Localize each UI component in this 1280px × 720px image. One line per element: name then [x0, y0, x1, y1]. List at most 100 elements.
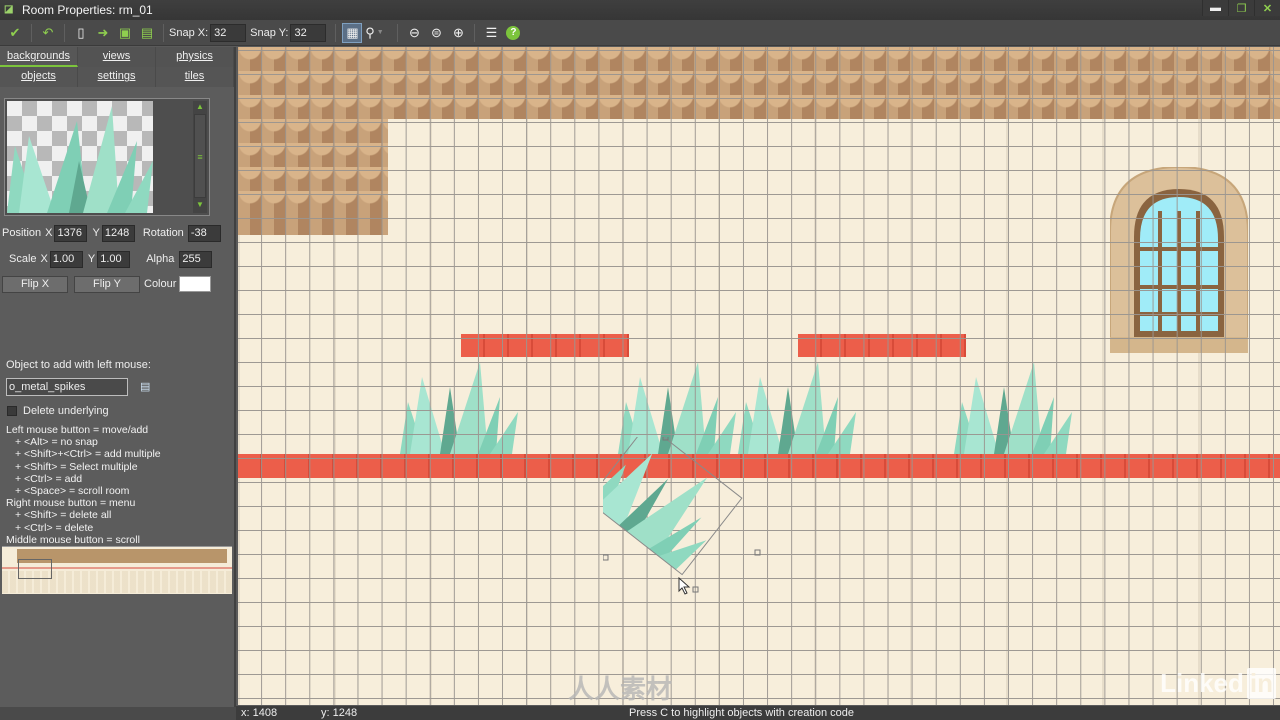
instance-list-button[interactable]: ☰: [481, 23, 501, 43]
checkbox-box[interactable]: [7, 406, 17, 416]
help-line: + <Shift> = Select multiple: [15, 460, 138, 473]
tab-row-2: objects settings tiles: [0, 67, 234, 87]
status-message: Press C to highlight objects with creati…: [629, 707, 855, 719]
metal-spikes-selected[interactable]: [603, 437, 763, 597]
restore-button[interactable]: ❐: [1228, 0, 1254, 16]
snap-y-label: Snap Y:: [250, 26, 289, 39]
delete-underlying-checkbox[interactable]: Delete underlying: [7, 405, 109, 417]
status-x: x: 1408: [241, 707, 278, 719]
help-line: + <Shift>+<Ctrl> = add multiple: [15, 448, 161, 461]
grid-icon: ▦: [346, 24, 359, 40]
scroll-thumb[interactable]: ≡: [194, 114, 206, 198]
unlock-all-button[interactable]: ▤: [137, 23, 157, 43]
zoom-in-button[interactable]: ⊕: [448, 23, 468, 43]
linkedin-watermark: Linked in: [1160, 668, 1276, 699]
scale-x-label: X: [40, 253, 48, 265]
highlight-button[interactable]: ⚲ ▼: [364, 23, 384, 43]
lock-all-button[interactable]: ▣: [115, 23, 135, 43]
list-icon: ☰: [485, 24, 498, 40]
zoom-reset-button[interactable]: ⊜: [426, 23, 446, 43]
rotation-input[interactable]: -38: [187, 224, 221, 242]
spikes-sprite-icon: [7, 106, 153, 213]
colour-swatch[interactable]: [179, 276, 212, 292]
zoom-out-icon: ⊖: [409, 24, 420, 40]
snap-x-input[interactable]: 32: [210, 23, 247, 42]
room-minimap[interactable]: [2, 546, 232, 594]
flip-x-button[interactable]: Flip X: [2, 275, 68, 293]
roof-scale-row: [238, 167, 388, 191]
roof-scale-row: [238, 143, 388, 167]
toolbar-separator: [474, 23, 476, 42]
confirm-button[interactable]: ✔: [5, 23, 25, 43]
roof-tiles-top: [238, 47, 1280, 119]
object-browse-button[interactable]: ▤: [140, 380, 154, 394]
position-label: Position: [2, 227, 42, 239]
help-line: + <Space> = scroll room: [15, 485, 130, 498]
preview-scrollbar[interactable]: ▲ ≡ ▼: [193, 101, 207, 213]
help-line: Right mouse button = menu: [6, 497, 136, 510]
dropdown-arrow-icon: ▼: [376, 29, 384, 36]
position-x-input[interactable]: 1376: [54, 224, 88, 242]
metal-spikes-object[interactable]: [954, 357, 1074, 454]
toggle-grid-button[interactable]: ▦: [342, 22, 363, 43]
toolbar-separator: [397, 23, 399, 42]
help-line: + <Ctrl> = delete: [15, 521, 94, 534]
roof-scale-row: [238, 95, 1280, 119]
status-y: y: 1248: [321, 707, 358, 719]
linkedin-box: in: [1246, 668, 1276, 699]
zoom-reset-icon: ⊜: [431, 24, 442, 40]
undo-button[interactable]: ↶: [38, 23, 58, 43]
scroll-down-icon[interactable]: ▼: [193, 199, 207, 211]
rotation-label: Rotation: [142, 227, 184, 239]
undo-icon: ↶: [42, 24, 54, 40]
red-platform[interactable]: [461, 334, 629, 357]
scale-x-input[interactable]: 1.00: [49, 250, 83, 268]
shift-instances-button[interactable]: ➜: [93, 23, 113, 43]
left-panel-footer: [0, 707, 236, 720]
position-y-label: Y: [92, 227, 100, 239]
roof-scale-row: [238, 119, 388, 143]
zoom-in-icon: ⊕: [453, 24, 464, 40]
minimize-button[interactable]: ▬: [1202, 0, 1228, 16]
help-button[interactable]: ?: [503, 23, 523, 43]
close-button[interactable]: ✕: [1254, 0, 1280, 16]
scale-y-input[interactable]: 1.00: [97, 250, 131, 268]
position-y-input[interactable]: 1248: [101, 224, 135, 242]
clear-room-button[interactable]: ▯: [71, 23, 91, 43]
room-editor-canvas[interactable]: 人人素材 Linked in: [238, 47, 1280, 705]
alpha-label: Alpha: [146, 253, 175, 265]
tab-backgrounds[interactable]: backgrounds: [0, 47, 78, 67]
left-panel: backgrounds views physics objects settin…: [0, 47, 236, 707]
tab-settings[interactable]: settings: [78, 67, 156, 87]
red-platform[interactable]: [798, 334, 966, 357]
toolbar: ✔ ↶ ▯ ➜ ▣ ▤ Snap X: 32 Snap Y: 32 ▦ ⚲ ▼ ⊖…: [0, 20, 1280, 46]
toolbar-separator: [163, 23, 164, 42]
tab-physics[interactable]: physics: [156, 47, 234, 67]
roof-scale-row: [238, 47, 1280, 71]
tab-tiles[interactable]: tiles: [156, 67, 234, 87]
roof-scale-row: [238, 191, 388, 215]
arched-window[interactable]: [1110, 167, 1248, 353]
browse-menu-icon: ▤: [140, 381, 151, 393]
tab-views[interactable]: views: [78, 47, 156, 67]
metal-spikes-object[interactable]: [400, 357, 520, 454]
selection-handle: [754, 549, 761, 556]
tab-objects[interactable]: objects: [0, 67, 78, 87]
toolbar-separator: [64, 23, 65, 42]
alpha-input[interactable]: 255: [179, 250, 213, 268]
help-line: Middle mouse button = scroll: [6, 533, 140, 546]
status-bar: x: 1408 y: 1248 Press C to highlight obj…: [236, 706, 1280, 720]
snap-y-input[interactable]: 32: [290, 23, 327, 42]
zoom-out-button[interactable]: ⊖: [404, 23, 424, 43]
lock-icon: ▣: [118, 24, 132, 40]
minimap-viewport[interactable]: [18, 559, 52, 579]
mouse-cursor-icon: [678, 577, 691, 595]
checkmark-icon: ✔: [9, 24, 21, 40]
restore-icon: ❐: [1236, 2, 1247, 15]
magnifier-icon: ⚲: [365, 24, 375, 40]
site-watermark: 人人素材: [568, 674, 673, 704]
flip-row: Flip X Flip Y Colour: [2, 275, 212, 293]
scroll-up-icon[interactable]: ▲: [193, 101, 207, 113]
flip-y-button[interactable]: Flip Y: [74, 275, 140, 293]
object-select-input[interactable]: o_metal_spikes: [6, 378, 128, 396]
